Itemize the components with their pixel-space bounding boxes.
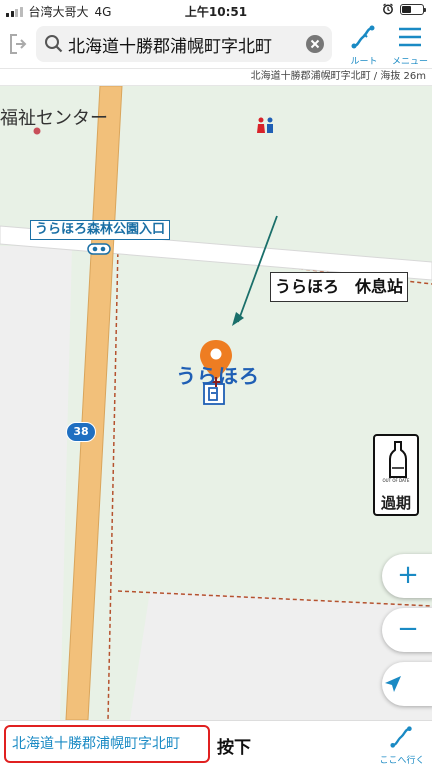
label-place-name[interactable]: うらほろ [176,360,260,389]
search-icon [45,35,63,53]
map-view[interactable]: 福祉センター うらほろ森林公園入口 うらほろ うらほろ 休息站 38 OUT O… [0,86,432,720]
header: 北海道十勝郡浦幌町字北町 ルート メニュー [0,20,432,68]
outdated-label: 過期 [380,494,411,512]
callout-rest-station: うらほろ 休息站 [270,272,408,302]
menu-button[interactable]: メニュー [390,24,430,67]
bottom-bar: 北海道十勝郡浦幌町字北町 按下 ここへ行く [0,720,432,768]
menu-label: メニュー [391,57,428,67]
highway-road [65,86,123,720]
status-right [382,3,426,15]
location-info: 北海道十勝郡浦幌町字北町 / 海抜 26m [0,68,432,86]
outdated-badge[interactable]: OUT OF DATE 過期 [373,434,419,516]
label-park-entrance[interactable]: うらほろ森林公園入口 [30,220,171,240]
exit-icon[interactable] [8,32,28,56]
search-input[interactable]: 北海道十勝郡浦幌町字北町 [36,26,332,62]
status-time: 上午10:51 [184,5,248,19]
route-label: ルート [350,57,378,67]
alarm-icon [383,3,393,15]
map-area-grey-right [130,591,432,720]
route-button[interactable]: ルート [346,24,382,67]
map-area-grey [0,246,72,720]
go-here-button[interactable]: ここへ行く [376,725,428,766]
callout-arrowhead [232,312,244,326]
restroom-icon [257,117,273,133]
map-canvas [0,86,432,720]
outdated-small-text: OUT OF DATE [382,478,410,483]
bottle-icon [389,441,407,478]
press-label: 按下 [217,738,251,758]
label-welfare-center: 福祉センター [0,108,108,129]
navigation-arrow-icon [385,676,401,692]
status-bar: 台湾大哥大 4G 上午10:51 [0,0,432,20]
clear-icon[interactable] [306,35,324,53]
bus-stop-marker [87,243,111,255]
route-go-icon [390,726,412,748]
route-icon [351,25,375,49]
battery-icon [400,3,426,15]
callout-arrow [237,215,278,323]
search-text: 北海道十勝郡浦幌町字北町 [68,37,272,57]
zoom-out-button[interactable]: − [382,608,432,652]
zoom-in-button[interactable]: + [382,554,432,598]
route-number-shield: 38 [66,422,96,442]
current-location-button[interactable] [382,662,432,706]
go-here-label: ここへ行く [379,756,425,766]
menu-icon [399,27,421,47]
address-display[interactable]: 北海道十勝郡浦幌町字北町 [4,725,210,763]
